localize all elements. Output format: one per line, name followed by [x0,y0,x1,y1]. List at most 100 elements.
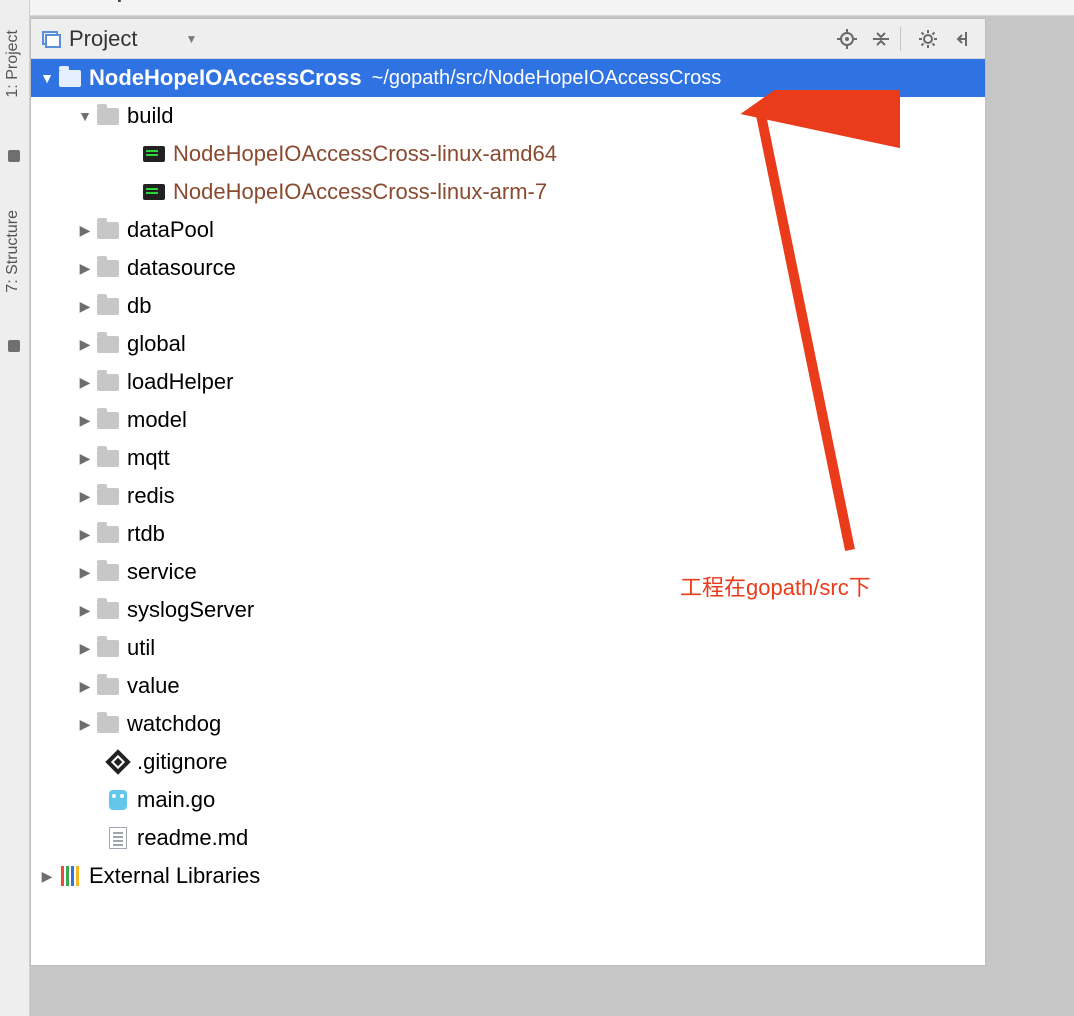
folder-icon [95,523,121,545]
tree-file-md[interactable]: readme.md [31,819,985,857]
tree-folder[interactable]: ▶ global [31,325,985,363]
toolwindow-project-tab[interactable]: 1: Project [4,30,22,98]
tree-folder[interactable]: ▶ util [31,629,985,667]
hide-panel-icon[interactable] [949,26,975,52]
project-tree[interactable]: ▼ NodeHopeIOAccessCross ~/gopath/src/Nod… [31,59,985,895]
tree-folder-build[interactable]: ▼ build [31,97,985,135]
tree-item-label: service [127,553,197,591]
left-tool-rail: 1: Project 7: Structure [0,0,30,1016]
tree-item-label: NodeHopeIOAccessCross-linux-arm-7 [173,173,547,211]
tree-item-label: main.go [137,781,215,819]
project-view-selector[interactable]: Project ▼ [41,26,197,52]
expand-arrow-right-icon[interactable]: ▶ [75,591,95,629]
tree-item-label: syslogServer [127,591,254,629]
expand-arrow-right-icon[interactable]: ▶ [75,515,95,553]
locate-icon[interactable] [834,26,860,52]
tree-item-label: datasource [127,249,236,287]
tree-folder[interactable]: ▶ datasource [31,249,985,287]
tree-item-label: readme.md [137,819,248,857]
tree-item-label: rtdb [127,515,165,553]
expand-arrow-right-icon[interactable]: ▶ [75,705,95,743]
tree-item-label: External Libraries [89,857,260,895]
tree-folder[interactable]: ▶ redis [31,477,985,515]
expand-arrow-right-icon[interactable]: ▶ [75,211,95,249]
tree-item-label: model [127,401,187,439]
expand-arrow-right-icon[interactable]: ▶ [75,553,95,591]
toolwindow-structure-tab[interactable]: 7: Structure [4,210,22,293]
project-view-label: Project [69,26,137,52]
expand-arrow-right-icon[interactable]: ▶ [75,249,95,287]
tree-root-label: NodeHopeIOAccessCross [89,59,362,97]
tree-root-node[interactable]: ▼ NodeHopeIOAccessCross ~/gopath/src/Nod… [31,59,985,97]
folder-icon [95,333,121,355]
tree-root-path: ~/gopath/src/NodeHopeIOAccessCross [372,59,722,97]
tree-item-label: global [127,325,186,363]
expand-arrow-down-icon[interactable]: ▼ [37,59,57,97]
folder-icon [95,675,121,697]
expand-arrow-right-icon[interactable]: ▶ [75,629,95,667]
tree-folder[interactable]: ▶ db [31,287,985,325]
app-root: 1: Project 7: Structure NodeHopeIOAccess… [0,0,1074,1016]
go-file-icon [105,789,131,811]
folder-icon [95,219,121,241]
tree-item-label: loadHelper [127,363,233,401]
tree-folder[interactable]: ▶ loadHelper [31,363,985,401]
folder-icon [95,295,121,317]
tree-item-label: value [127,667,180,705]
expand-arrow-down-icon[interactable]: ▼ [75,97,95,135]
expand-arrow-right-icon[interactable]: ▶ [37,857,57,895]
expand-arrow-right-icon[interactable]: ▶ [75,477,95,515]
gear-icon[interactable] [915,26,941,52]
folder-icon [57,67,83,89]
expand-arrow-right-icon[interactable]: ▶ [75,667,95,705]
breadcrumb-item[interactable]: NodeHopeIOAccessCross [40,0,288,3]
project-panel: Project ▼ ▼ NodeHopeIOAccessC [30,18,986,966]
folder-icon [95,713,121,735]
tree-file-exe[interactable]: NodeHopeIOAccessCross-linux-arm-7 [31,173,985,211]
tree-folder[interactable]: ▶ model [31,401,985,439]
folder-icon [95,637,121,659]
breadcrumb-bar: NodeHopeIOAccessCross [30,0,1074,16]
folder-icon [95,409,121,431]
folder-icon [95,599,121,621]
tree-folder[interactable]: ▶ watchdog [31,705,985,743]
folder-icon [95,485,121,507]
folder-icon [95,561,121,583]
expand-arrow-right-icon[interactable]: ▶ [75,287,95,325]
folder-icon [95,105,121,127]
tree-item-label: dataPool [127,211,214,249]
folder-icon [95,371,121,393]
expand-arrow-right-icon[interactable]: ▶ [75,439,95,477]
executable-icon [141,181,167,203]
tree-file-go[interactable]: main.go [31,781,985,819]
tree-folder[interactable]: ▶ mqtt [31,439,985,477]
project-panel-header: Project ▼ [31,19,985,59]
toolwindow-structure-pin-icon [8,340,20,352]
folder-icon [95,257,121,279]
tree-item-label: redis [127,477,175,515]
toolwindow-project-pin-icon [8,150,20,162]
tree-item-label: watchdog [127,705,221,743]
tree-file-exe[interactable]: NodeHopeIOAccessCross-linux-amd64 [31,135,985,173]
tree-folder[interactable]: ▶ rtdb [31,515,985,553]
folder-icon [95,447,121,469]
libraries-icon [57,865,83,887]
annotation-text: 工程在gopath/src下 [680,570,871,602]
tree-file-gitignore[interactable]: .gitignore [31,743,985,781]
tree-folder[interactable]: ▶ dataPool [31,211,985,249]
gitignore-icon [105,751,131,773]
expand-arrow-right-icon[interactable]: ▶ [75,325,95,363]
tree-item-label: db [127,287,151,325]
markdown-file-icon [105,827,131,849]
project-view-icon [41,29,61,49]
expand-arrow-right-icon[interactable]: ▶ [75,363,95,401]
tree-item-label: util [127,629,155,667]
collapse-all-icon[interactable] [868,26,894,52]
tree-item-label: mqtt [127,439,170,477]
expand-arrow-right-icon[interactable]: ▶ [75,401,95,439]
chevron-down-icon: ▼ [185,32,197,46]
executable-icon [141,143,167,165]
tree-external-libraries[interactable]: ▶ External Libraries [31,857,985,895]
tree-item-label: .gitignore [137,743,228,781]
tree-folder[interactable]: ▶ value [31,667,985,705]
